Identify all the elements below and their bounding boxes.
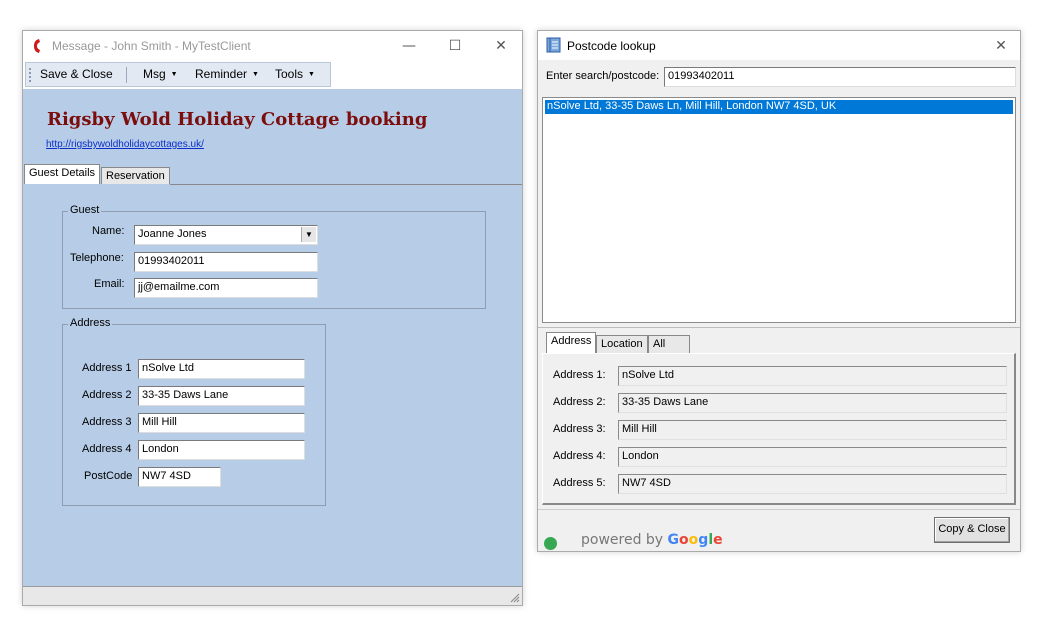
- address-book-icon: [546, 37, 561, 53]
- save-close-button[interactable]: Save & Close: [40, 67, 113, 81]
- status-bar: [23, 586, 522, 605]
- website-link[interactable]: http://rigsbywoldholidaycottages.uk/: [46, 139, 204, 150]
- close-icon: ✕: [495, 37, 507, 54]
- page-title: Rigsby Wold Holiday Cottage booking: [47, 109, 428, 130]
- toolbar-separator: [126, 67, 127, 83]
- minimize-icon: —: [402, 37, 416, 54]
- address-5-label: Address 5:: [553, 477, 606, 489]
- address-5-field[interactable]: NW7 4SD: [618, 474, 1007, 494]
- address-4-field[interactable]: London: [618, 447, 1007, 467]
- name-value: Joanne Jones: [138, 228, 207, 240]
- address-4-label: Address 4: [82, 443, 132, 455]
- postcode-lookup-window: Postcode lookup ✕ Enter search/postcode:…: [537, 30, 1021, 552]
- address-2-field[interactable]: 33-35 Daws Lane: [618, 393, 1007, 413]
- address-1-label: Address 1:: [553, 369, 606, 381]
- phone-icon: [34, 39, 40, 53]
- tab-reservation[interactable]: Reservation: [101, 167, 170, 184]
- address-3-label: Address 3:: [553, 423, 606, 435]
- google-letter: g: [698, 532, 709, 548]
- divider: [538, 327, 1020, 328]
- list-item[interactable]: nSolve Ltd, 33-35 Daws Ln, Mill Hill, Lo…: [545, 100, 1013, 114]
- address-3-label: Address 3: [82, 416, 132, 428]
- toolbar-grip[interactable]: [29, 68, 31, 82]
- google-letter: G: [667, 532, 680, 548]
- tab-guest-details[interactable]: Guest Details: [24, 164, 101, 184]
- address-group: Address Address 1 nSolve Ltd Address 2 3…: [62, 317, 326, 506]
- msg-menu-label: Msg: [143, 67, 166, 81]
- status-check-icon: [544, 537, 557, 550]
- email-label: Email:: [94, 278, 125, 290]
- address-1-label: Address 1: [82, 362, 132, 374]
- address-group-label: Address: [68, 317, 113, 329]
- search-row: Enter search/postcode: 01993402011: [538, 61, 1020, 91]
- telephone-label: Telephone:: [70, 252, 124, 264]
- address-4-field[interactable]: London: [138, 440, 305, 460]
- tools-menu-label: Tools: [275, 67, 304, 81]
- copy-close-button[interactable]: Copy & Close: [934, 517, 1010, 543]
- message-window-titlebar[interactable]: Message - John Smith - MyTestClient — ☐ …: [23, 31, 522, 60]
- tab-address[interactable]: Address: [546, 332, 597, 354]
- resize-grip-icon[interactable]: [508, 591, 520, 603]
- telephone-field[interactable]: 01993402011: [134, 252, 318, 272]
- google-letter: o: [679, 532, 689, 548]
- maximize-icon: ☐: [448, 37, 462, 54]
- address-1-field[interactable]: nSolve Ltd: [618, 366, 1007, 386]
- google-letter: e: [713, 532, 723, 548]
- results-list[interactable]: nSolve Ltd, 33-35 Daws Ln, Mill Hill, Lo…: [542, 97, 1016, 323]
- email-field[interactable]: jj@emailme.com: [134, 278, 318, 298]
- window-title: Message - John Smith - MyTestClient: [52, 39, 251, 53]
- chevron-down-icon[interactable]: ▼: [301, 227, 316, 242]
- address-2-label: Address 2:: [553, 396, 606, 408]
- guest-group: Guest Name: Joanne Jones ▼ Telephone: 01…: [62, 204, 486, 309]
- tab-location[interactable]: Location: [596, 335, 648, 354]
- guest-group-label: Guest: [68, 204, 102, 216]
- tab-strip-border: [170, 184, 522, 185]
- postcode-label: PostCode: [84, 470, 133, 482]
- google-letter: o: [688, 532, 699, 548]
- search-label: Enter search/postcode:: [546, 70, 660, 82]
- close-button[interactable]: ✕: [478, 31, 524, 60]
- chevron-down-icon: ▼: [170, 71, 178, 79]
- reminder-menu[interactable]: Reminder ▼: [195, 67, 259, 81]
- address-3-field[interactable]: Mill Hill: [618, 420, 1007, 440]
- postcode-field[interactable]: NW7 4SD: [138, 467, 221, 487]
- window-title: Postcode lookup: [567, 39, 656, 53]
- maximize-button[interactable]: ☐: [432, 31, 478, 60]
- address-2-label: Address 2: [82, 389, 132, 401]
- address-1-field[interactable]: nSolve Ltd: [138, 359, 305, 379]
- close-icon: ✕: [995, 37, 1007, 54]
- name-combobox[interactable]: Joanne Jones ▼: [134, 225, 318, 245]
- close-button[interactable]: ✕: [982, 31, 1020, 60]
- address-2-field[interactable]: 33-35 Daws Lane: [138, 386, 305, 406]
- tools-menu[interactable]: Tools ▼: [275, 67, 315, 81]
- chevron-down-icon: ▼: [308, 71, 315, 79]
- reminder-menu-label: Reminder: [195, 67, 248, 81]
- address-3-field[interactable]: Mill Hill: [138, 413, 305, 433]
- chevron-down-icon: ▼: [252, 71, 259, 79]
- postcode-window-titlebar[interactable]: Postcode lookup ✕: [538, 31, 1020, 60]
- footer: powered by Google Copy & Close: [538, 509, 1020, 551]
- powered-by-google: powered by Google: [581, 532, 723, 548]
- msg-menu[interactable]: Msg ▼: [143, 67, 178, 81]
- address-4-label: Address 4:: [553, 450, 606, 462]
- minimize-button[interactable]: —: [386, 31, 432, 60]
- message-body: Rigsby Wold Holiday Cottage booking http…: [23, 89, 522, 586]
- message-window: Message - John Smith - MyTestClient — ☐ …: [22, 30, 523, 606]
- address-panel: Address 1: nSolve Ltd Address 2: 33-35 D…: [542, 353, 1016, 505]
- powered-by-label: powered by: [581, 532, 664, 548]
- google-logo: Google: [668, 532, 723, 548]
- search-input[interactable]: 01993402011: [664, 67, 1016, 87]
- tab-all[interactable]: All: [648, 335, 690, 354]
- name-label: Name:: [92, 225, 125, 237]
- toolbar: Save & Close Msg ▼ Reminder ▼ Tools ▼: [25, 62, 331, 87]
